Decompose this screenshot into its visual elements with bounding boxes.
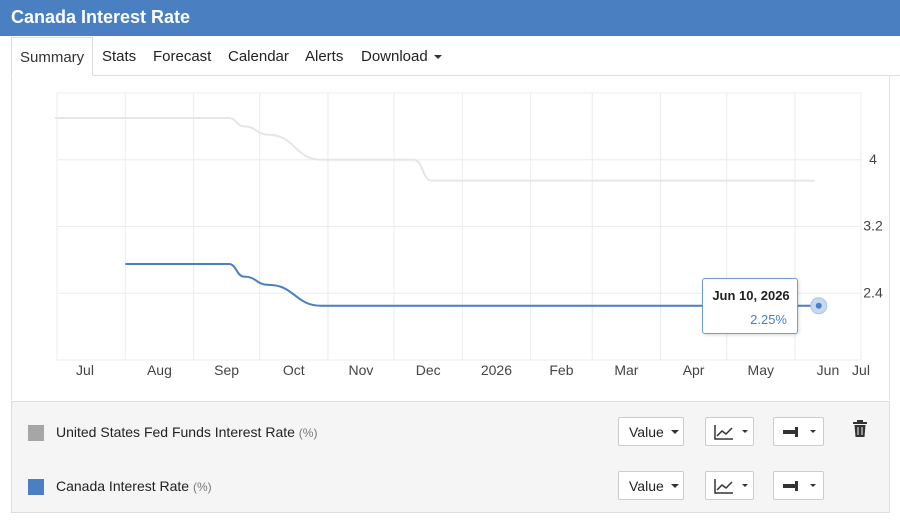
chevron-down-icon bbox=[671, 430, 679, 434]
chevron-down-icon bbox=[671, 484, 679, 488]
chevron-down-icon bbox=[742, 484, 748, 487]
x-tick-label: Jul bbox=[852, 362, 870, 378]
series-legend: United States Fed Funds Interest Rate (%… bbox=[11, 401, 890, 513]
x-tick-label: Feb bbox=[549, 362, 573, 378]
x-tick-label: Mar bbox=[614, 362, 638, 378]
chart-area: Jul Aug Sep Oct Nov Dec 2026 Feb Mar Apr May Jun Jul… bbox=[11, 76, 890, 400]
line-style-dropdown[interactable] bbox=[773, 471, 824, 500]
chart-type-dropdown[interactable] bbox=[705, 417, 754, 446]
value-dropdown[interactable]: Value bbox=[618, 417, 684, 446]
page-title: Canada Interest Rate bbox=[11, 7, 191, 27]
x-tick-label: Jun bbox=[817, 362, 840, 378]
series-label: Canada Interest Rate bbox=[56, 478, 190, 494]
tooltip-value: 2.25% bbox=[750, 312, 787, 327]
value-dropdown[interactable]: Value bbox=[618, 471, 684, 500]
x-tick-label: May bbox=[748, 362, 774, 378]
series-label: United States Fed Funds Interest Rate bbox=[56, 424, 295, 440]
tab-forecast[interactable]: Forecast bbox=[153, 37, 211, 76]
line-style-icon bbox=[783, 481, 798, 491]
series-row-us-fed-funds: United States Fed Funds Interest Rate (%… bbox=[12, 413, 889, 453]
highlight-marker bbox=[815, 302, 822, 309]
series-line-us-fed-funds bbox=[54, 117, 815, 182]
series-row-canada: Canada Interest Rate (%) Value bbox=[12, 467, 889, 507]
y-tick-label: 3.2 bbox=[863, 218, 883, 234]
x-tick-label: Sep bbox=[214, 362, 239, 378]
y-tick-label: 2.4 bbox=[863, 284, 883, 300]
tab-calendar[interactable]: Calendar bbox=[228, 37, 289, 76]
tab-summary[interactable]: Summary bbox=[11, 37, 94, 76]
x-tick-label: 2026 bbox=[481, 362, 512, 378]
chart-type-dropdown[interactable] bbox=[705, 471, 754, 500]
trash-icon[interactable] bbox=[852, 420, 868, 438]
tab-bar: Summary Stats Forecast Calendar Alerts D… bbox=[11, 37, 900, 76]
series-color-swatch[interactable] bbox=[28, 479, 44, 495]
tab-download[interactable]: Download bbox=[361, 37, 442, 76]
title-bar: Canada Interest Rate bbox=[0, 0, 900, 36]
series-unit: (%) bbox=[298, 426, 318, 440]
line-style-dropdown[interactable] bbox=[773, 417, 824, 446]
x-tick-label: Dec bbox=[416, 362, 441, 378]
interest-rate-chart: Jul Aug Sep Oct Nov Dec 2026 Feb Mar Apr May Jun Jul… bbox=[54, 92, 883, 378]
line-chart-icon bbox=[714, 425, 733, 440]
chart-tooltip: Jun 10, 2026 2.25% bbox=[702, 278, 798, 334]
x-tick-label: Oct bbox=[283, 362, 305, 378]
chevron-down-icon bbox=[742, 430, 748, 433]
x-tick-label: Jul bbox=[76, 362, 94, 378]
series-unit: (%) bbox=[192, 480, 212, 494]
series-color-swatch[interactable] bbox=[28, 425, 44, 441]
x-tick-label: Apr bbox=[683, 362, 705, 378]
tab-stats[interactable]: Stats bbox=[102, 37, 136, 76]
line-chart-icon bbox=[714, 479, 733, 494]
line-style-icon bbox=[783, 427, 798, 437]
x-tick-label: Aug bbox=[147, 362, 172, 378]
chevron-down-icon bbox=[810, 430, 816, 433]
chevron-down-icon bbox=[433, 55, 442, 60]
tab-alerts[interactable]: Alerts bbox=[305, 37, 343, 76]
chevron-down-icon bbox=[810, 484, 816, 487]
x-tick-label: Nov bbox=[349, 362, 374, 378]
y-tick-label: 4 bbox=[869, 151, 877, 167]
tooltip-date: Jun 10, 2026 bbox=[712, 288, 790, 303]
